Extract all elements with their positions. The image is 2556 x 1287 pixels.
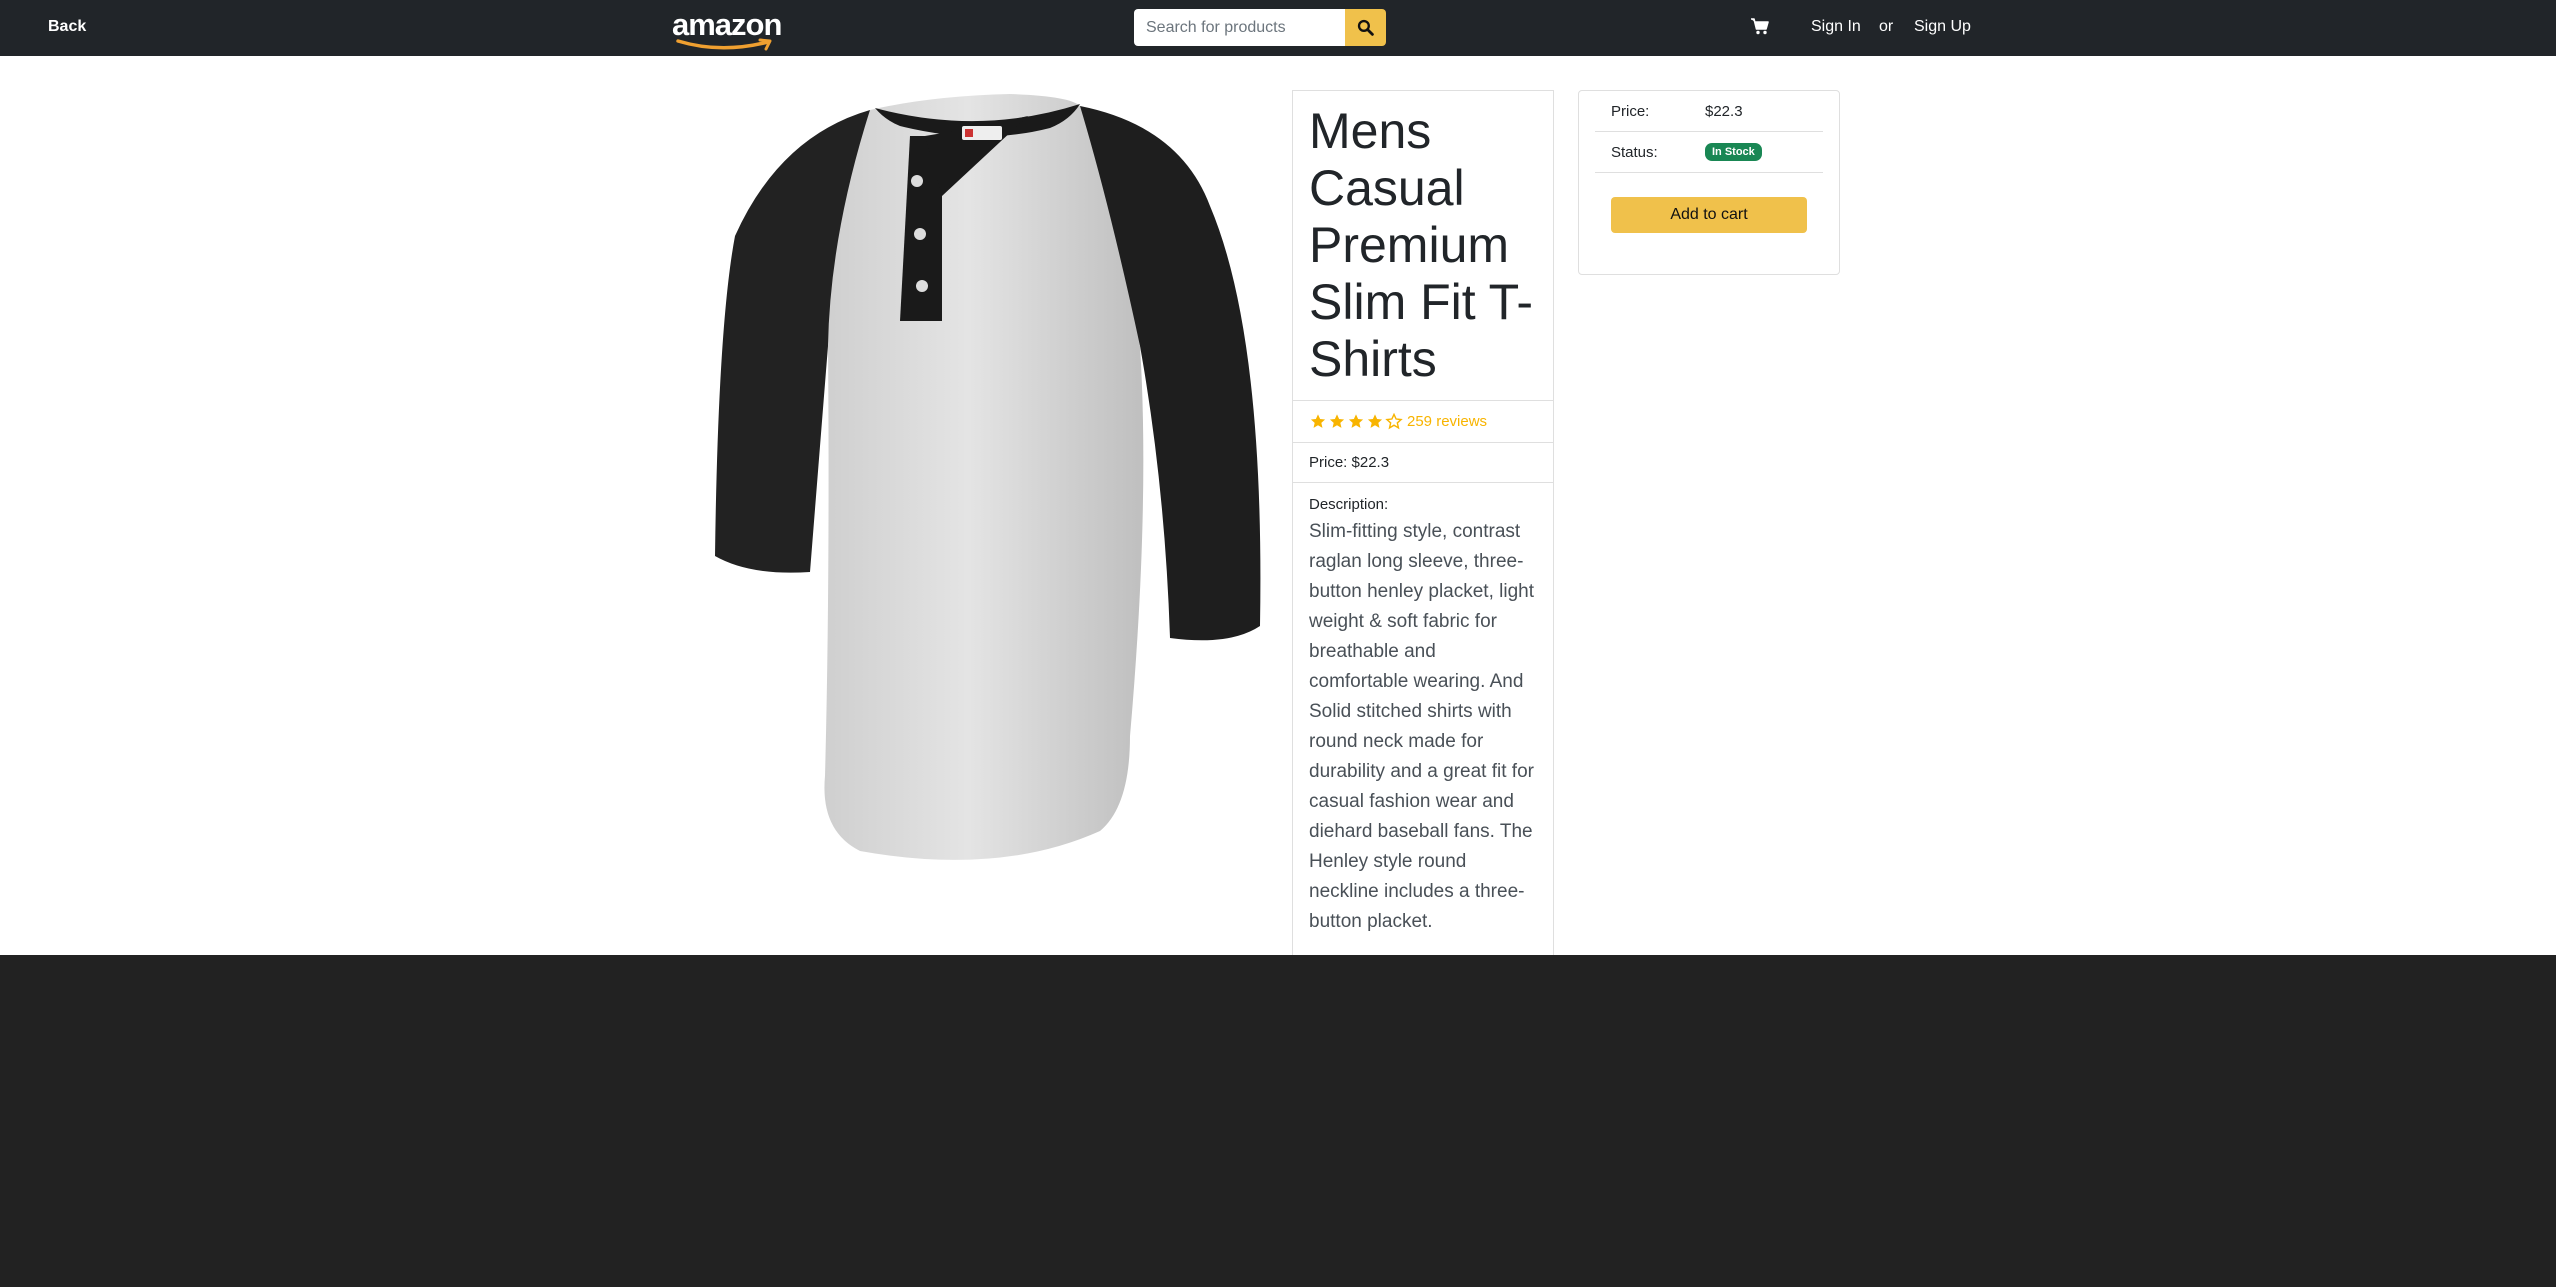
description-text: Slim-fitting style, contrast raglan long… (1309, 521, 1534, 932)
star-full-icon (1367, 414, 1383, 428)
buy-box: Price: $22.3 Status: In Stock Add to car… (1578, 90, 1840, 275)
buybox-status-row: Status: In Stock (1595, 132, 1823, 173)
amazon-logo[interactable]: amazon (672, 7, 782, 51)
description-label: Description: (1309, 496, 1389, 513)
product-image (715, 94, 1261, 860)
star-full-icon (1310, 414, 1326, 428)
buybox-status-label: Status: (1611, 143, 1658, 161)
logo-text: amazon (672, 7, 782, 42)
search-bar (1134, 9, 1386, 46)
footer (0, 955, 2556, 1287)
buybox-price-value: $22.3 (1705, 102, 1743, 120)
back-link[interactable]: Back (48, 16, 86, 38)
search-input[interactable] (1134, 9, 1346, 46)
reviews-count[interactable]: 259 reviews (1407, 413, 1487, 430)
or-text: or (1879, 18, 1894, 35)
product-page: Mens Casual Premium Slim Fit T-Shirts 25… (0, 56, 2556, 960)
logo-smile-icon (676, 38, 772, 51)
product-info: Mens Casual Premium Slim Fit T-Shirts 25… (1292, 90, 1554, 960)
sign-up-link[interactable]: Sign Up (1914, 16, 1971, 38)
navbar: Back amazon Sign In or Sign Up (0, 0, 2556, 56)
cart-icon (1751, 18, 1769, 35)
product-title: Mens Casual Premium Slim Fit T-Shirts (1293, 91, 1553, 401)
product-price: Price: $22.3 (1293, 443, 1553, 483)
sign-in-link[interactable]: Sign In (1811, 16, 1861, 38)
product-description: Description: Slim-fitting style, contras… (1293, 483, 1553, 949)
product-rating: 259 reviews (1293, 401, 1553, 443)
rating-stars (1309, 413, 1403, 430)
search-button[interactable] (1345, 9, 1386, 46)
star-full-icon (1329, 414, 1345, 428)
buybox-price-label: Price: (1611, 102, 1650, 120)
buybox-price-row: Price: $22.3 (1595, 91, 1823, 132)
search-icon (1357, 19, 1374, 36)
add-to-cart-button[interactable]: Add to cart (1611, 197, 1807, 233)
star-full-icon (1348, 414, 1364, 428)
status-badge: In Stock (1705, 143, 1762, 161)
star-empty-icon (1385, 413, 1403, 430)
cart-button[interactable] (1750, 16, 1772, 38)
